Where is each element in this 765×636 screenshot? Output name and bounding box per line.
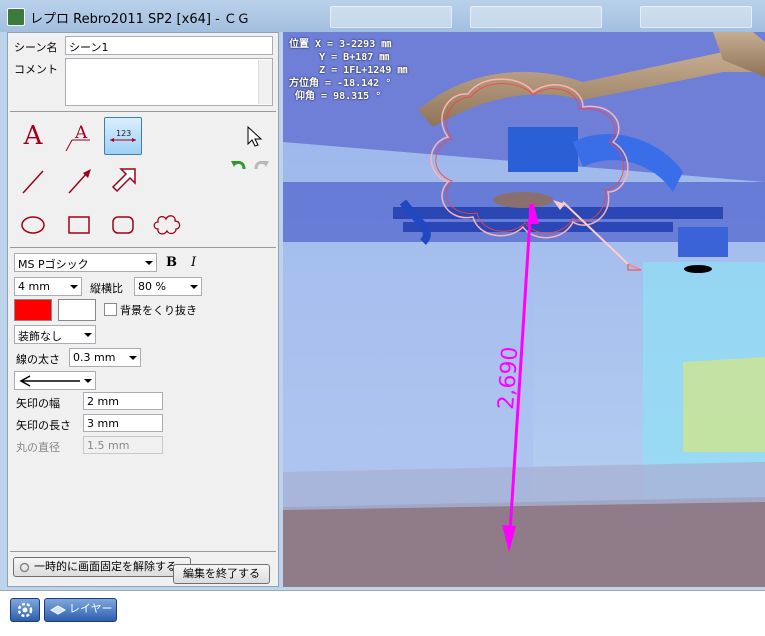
- layers-icon: [50, 605, 66, 615]
- arrow-left-icon: [19, 375, 80, 387]
- line-tool-button[interactable]: [14, 162, 52, 200]
- svg-text:123: 123: [116, 129, 131, 138]
- font-size-value: 4 mm: [18, 280, 50, 293]
- undo-button[interactable]: [228, 155, 250, 175]
- dimension-tool-button[interactable]: 123: [104, 117, 142, 155]
- background-toolbar-ghost: [470, 6, 602, 28]
- comment-label: コメント: [14, 63, 58, 76]
- arrow-width-label: 矢印の幅: [16, 397, 60, 410]
- arrow-style-select[interactable]: [14, 371, 96, 390]
- font-family-value: MS Pゴシック: [18, 258, 89, 271]
- aspect-ratio-select[interactable]: 80 %: [134, 277, 202, 296]
- background-clip-label: 背景をくり抜き: [120, 304, 197, 317]
- line-icon: [22, 170, 44, 194]
- title-bar: レプロ Rebro2011 SP2 [x64] - ＣＧ: [0, 0, 765, 32]
- camera-coordinates-readout: 位置 X = 3-2293 ㎜ Y = B+187 ㎜ Z = 1FL+1249…: [289, 39, 408, 102]
- text-color-swatch[interactable]: [14, 299, 52, 321]
- chevron-down-icon: [190, 285, 198, 289]
- end-edit-button[interactable]: 編集を終了する: [173, 564, 270, 584]
- leader-text-icon: A: [65, 123, 90, 152]
- gear-icon: [17, 602, 33, 618]
- font-size-select[interactable]: 4 mm: [14, 277, 82, 296]
- 3d-viewport[interactable]: 2,690 位置 X = 3-2293 ㎜ Y = B+187 ㎜ Z = 1F…: [283, 32, 765, 587]
- dot-diameter-label: 丸の直径: [16, 441, 60, 454]
- ellipse-icon: [21, 216, 45, 234]
- arrow-length-input[interactable]: 3 mm: [83, 414, 163, 432]
- chevron-down-icon: [145, 261, 153, 265]
- divider: [10, 111, 276, 112]
- redo-icon: [254, 160, 269, 170]
- app-icon: [7, 8, 25, 26]
- line-width-select[interactable]: 0.3 mm: [69, 348, 141, 367]
- scene-name-input[interactable]: シーン1: [65, 36, 273, 55]
- background-color-swatch[interactable]: [58, 299, 96, 321]
- decoration-select[interactable]: 装飾なし: [14, 325, 96, 344]
- rounded-rectangle-tool-button[interactable]: [104, 206, 142, 244]
- ellipse-tool-button[interactable]: [14, 206, 52, 244]
- redo-button[interactable]: [250, 155, 272, 175]
- line-width-label: 線の太さ: [16, 353, 60, 366]
- window-title: レプロ Rebro2011 SP2 [x64] - ＣＧ: [30, 12, 250, 27]
- comment-scrollbar[interactable]: [258, 60, 272, 104]
- block-arrow-tool-button[interactable]: [104, 162, 142, 200]
- building-scene-render: 2,690: [283, 32, 765, 587]
- cloud-icon: [153, 215, 181, 235]
- text-tool-button[interactable]: A: [14, 117, 52, 155]
- italic-button[interactable]: I: [191, 255, 196, 270]
- rounded-rectangle-icon: [112, 216, 134, 234]
- pointer-icon: [247, 125, 263, 147]
- dot-diameter-input: 1.5 mm: [83, 436, 163, 454]
- arrow-width-input[interactable]: 2 mm: [83, 392, 163, 410]
- rectangle-icon: [68, 216, 90, 234]
- decoration-value: 装飾なし: [18, 330, 62, 343]
- bottom-bar: レイヤー: [0, 590, 765, 636]
- scene-name-label: シーン名: [14, 41, 58, 54]
- pointer-tool-button[interactable]: [235, 117, 273, 155]
- line-width-value: 0.3 mm: [73, 351, 116, 364]
- dimension-icon: 123: [110, 129, 136, 142]
- arrow-length-label: 矢印の長さ: [16, 419, 71, 432]
- refresh-icon: [19, 562, 30, 573]
- annotation-panel: シーン名 シーン1 コメント A A 123 MS Pゴシック B I 4 mm…: [7, 32, 279, 587]
- background-toolbar-ghost: [640, 6, 752, 28]
- cloud-tool-button[interactable]: [148, 206, 186, 244]
- font-family-select[interactable]: MS Pゴシック: [14, 253, 157, 272]
- arrow-tool-button[interactable]: [60, 162, 98, 200]
- unlock-view-label: 一時的に画面固定を解除する: [34, 560, 177, 573]
- aspect-ratio-label: 縦横比: [90, 282, 123, 295]
- rectangle-tool-button[interactable]: [60, 206, 98, 244]
- chevron-down-icon: [129, 356, 137, 360]
- bold-button[interactable]: B: [166, 255, 177, 270]
- layer-label: レイヤー: [69, 602, 113, 615]
- unlock-view-button[interactable]: 一時的に画面固定を解除する: [13, 557, 191, 577]
- text-icon: A: [23, 121, 43, 151]
- arrow-icon: [68, 169, 91, 194]
- chevron-down-icon: [70, 285, 78, 289]
- undo-icon: [231, 160, 246, 170]
- divider: [10, 551, 276, 552]
- aspect-ratio-value: 80 %: [138, 280, 166, 293]
- end-edit-label: 編集を終了する: [183, 567, 260, 580]
- chevron-down-icon: [84, 333, 92, 337]
- dimension-label: 2,690: [494, 346, 523, 411]
- chevron-down-icon: [84, 379, 92, 383]
- background-clip-checkbox[interactable]: [104, 303, 117, 316]
- divider: [10, 247, 276, 248]
- layer-button[interactable]: レイヤー: [44, 598, 117, 622]
- block-arrow-icon: [111, 168, 136, 193]
- comment-textarea[interactable]: [65, 58, 273, 106]
- leader-text-tool-button[interactable]: A: [60, 117, 98, 155]
- background-toolbar-ghost: [330, 6, 452, 28]
- settings-button[interactable]: [10, 598, 40, 622]
